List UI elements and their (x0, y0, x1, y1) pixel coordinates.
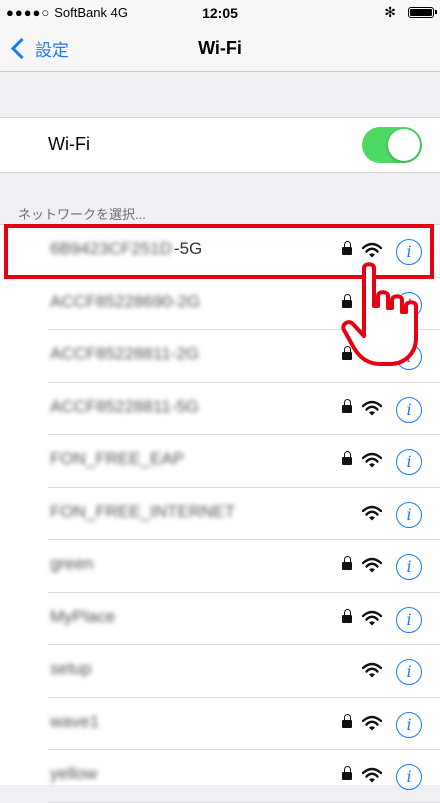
network-row[interactable]: setup i (0, 645, 440, 698)
network-ssid: setup (50, 659, 92, 678)
section-header: ネットワークを選択... (18, 207, 146, 222)
network-band-suffix: -5G (173, 239, 203, 258)
lock-icon (342, 293, 352, 308)
wifi-signal-icon (362, 662, 382, 678)
wifi-signal-icon (362, 610, 382, 625)
network-name: ACCF85228690-2G (50, 292, 200, 312)
network-name: ACCF85228811-5G (50, 397, 199, 417)
network-ssid: MyPlace (50, 606, 116, 626)
status-bar: ●●●●○ SoftBank 4G 12:05 ✻ (0, 0, 440, 26)
network-row[interactable]: ACCF85228690-2G i (0, 278, 440, 331)
network-ssid: FON_FREE_EAP (50, 449, 185, 468)
lock-icon (342, 241, 352, 255)
info-icon[interactable]: i (396, 344, 422, 370)
network-ssid: ACCF85228690-2G (50, 291, 201, 311)
network-ssid: green (50, 554, 94, 573)
network-ssid: yellow (50, 764, 98, 783)
lock-icon (342, 766, 352, 780)
network-ssid: ACCF85228811-5G (50, 396, 199, 416)
info-icon[interactable]: i (396, 291, 422, 318)
network-name: FON_FREE_INTERNET (50, 502, 235, 522)
wifi-signal-icon (362, 505, 382, 520)
network-row[interactable]: wave1 i (0, 698, 440, 751)
lock-icon (342, 451, 352, 465)
network-ssid: 6B9423CF251D (50, 239, 172, 258)
network-ssid: FON_FREE_INTERNET (50, 501, 236, 521)
wifi-signal-icon (362, 295, 382, 310)
navigation-bar: 設定 Wi-Fi (0, 26, 440, 72)
wifi-signal-icon (362, 557, 382, 573)
network-name: green (50, 554, 93, 574)
wifi-signal-icon (362, 715, 382, 730)
lock-icon (342, 713, 352, 728)
lock-icon (342, 608, 352, 623)
network-row[interactable]: yellow i (0, 750, 440, 803)
wifi-toggle-label: Wi-Fi (48, 134, 90, 154)
wifi-toggle-switch[interactable] (362, 127, 422, 163)
clock: 12:05 (202, 5, 238, 21)
info-icon[interactable]: i (396, 501, 422, 528)
info-icon[interactable]: i (396, 711, 422, 738)
wifi-toggle-row: Wi-Fi (0, 117, 440, 173)
network-name: FON_FREE_EAP (50, 449, 184, 469)
network-row[interactable]: ACCF85228811-5G i (0, 383, 440, 436)
lock-icon (342, 398, 352, 413)
network-row[interactable]: MyPlace i (0, 593, 440, 646)
info-icon[interactable]: i (396, 659, 422, 685)
lock-icon (342, 346, 352, 360)
wifi-signal-icon (362, 347, 382, 363)
toggle-knob (388, 129, 420, 161)
wifi-signal-icon (362, 767, 382, 783)
info-icon[interactable]: i (396, 239, 422, 265)
network-name: MyPlace (50, 607, 115, 627)
network-name: ACCF85228811-2G (50, 344, 199, 364)
info-icon[interactable]: i (396, 554, 422, 580)
info-icon[interactable]: i (396, 606, 422, 633)
network-row[interactable]: FON_FREE_EAP i (0, 435, 440, 488)
page-title: Wi-Fi (198, 38, 242, 58)
network-name: wave1 (50, 712, 99, 732)
wifi-signal-icon (362, 452, 382, 468)
network-name: yellow (50, 764, 97, 784)
network-ssid: ACCF85228811-2G (50, 344, 199, 363)
info-icon[interactable]: i (396, 764, 422, 790)
info-icon[interactable]: i (396, 449, 422, 475)
wifi-signal-icon (362, 400, 382, 415)
wifi-signal-icon (362, 242, 382, 258)
network-name: setup (50, 659, 92, 679)
battery-icon (408, 7, 437, 18)
network-row[interactable]: green i (0, 540, 440, 593)
network-name: 6B9423CF251D -5G (50, 239, 202, 259)
network-ssid: wave1 (50, 711, 100, 731)
network-row[interactable]: ACCF85228811-2G i (0, 330, 440, 383)
info-icon[interactable]: i (396, 396, 422, 423)
network-row[interactable]: FON_FREE_INTERNET i (0, 488, 440, 541)
lock-icon (342, 556, 352, 570)
network-row[interactable]: 6B9423CF251D -5G i (0, 225, 440, 278)
bluetooth-icon: ✻ (384, 4, 396, 20)
network-list: 6B9423CF251D -5G i ACCF85228690-2G i ACCF8522… (0, 224, 440, 803)
